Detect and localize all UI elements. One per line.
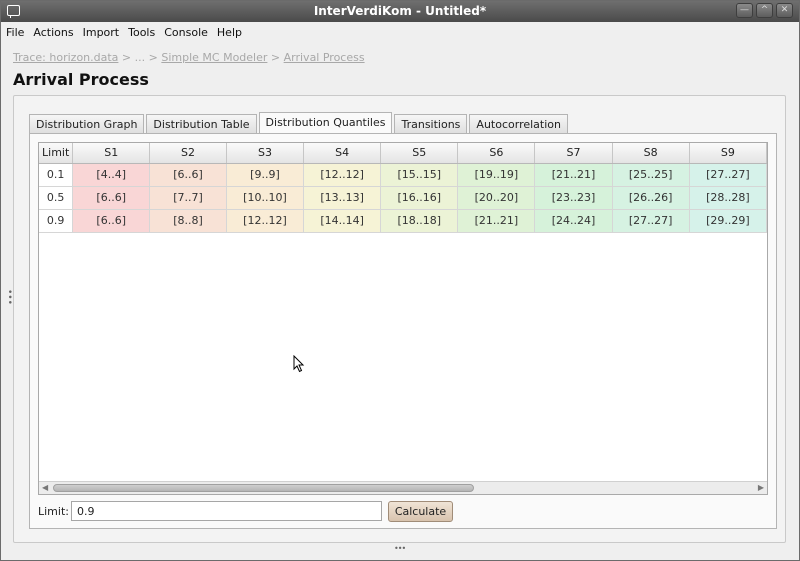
minimize-icon[interactable]: — — [736, 3, 753, 18]
page-title: Arrival Process — [13, 70, 149, 89]
breadcrumb: Trace: horizon.data > ... > Simple MC Mo… — [13, 51, 365, 64]
table-cell[interactable]: [25..25] — [612, 163, 690, 187]
column-header[interactable]: Limit — [39, 143, 74, 164]
table-cell[interactable]: [12..12] — [303, 163, 382, 187]
calculate-button[interactable]: Calculate — [388, 501, 453, 522]
table-cell[interactable]: [23..23] — [534, 186, 613, 210]
menu-bar: File Actions Import Tools Console Help — [1, 22, 799, 42]
table-cell[interactable]: [21..21] — [534, 163, 613, 187]
table-cell[interactable]: [24..24] — [534, 209, 613, 233]
menu-import[interactable]: Import — [83, 26, 120, 39]
breadcrumb-separator: > — [270, 51, 281, 64]
table-cell[interactable]: [28..28] — [689, 186, 767, 210]
maximize-icon[interactable]: ^ — [756, 3, 773, 18]
title-bar[interactable]: InterVerdiKom - Untitled* — ^ ✕ — [1, 1, 799, 22]
menu-actions[interactable]: Actions — [33, 26, 73, 39]
menu-console[interactable]: Console — [164, 26, 208, 39]
window-title: InterVerdiKom - Untitled* — [313, 4, 487, 18]
table-cell[interactable]: 0.5 — [39, 186, 74, 210]
quantiles-table: Limit S1 S2 S3 S4 S5 S6 S7 S8 S9 0.1 [4.… — [39, 143, 767, 233]
table-cell[interactable]: [8..8] — [149, 209, 227, 233]
table-row[interactable]: 0.5 [6..6] [7..7] [10..10] [13..13] [16.… — [39, 186, 767, 210]
column-header[interactable]: S9 — [689, 143, 767, 164]
tab-transitions[interactable]: Transitions — [394, 114, 468, 134]
breadcrumb-separator: > — [121, 51, 132, 64]
table-cell[interactable]: [6..6] — [72, 186, 151, 210]
menu-tools[interactable]: Tools — [128, 26, 155, 39]
table-cell[interactable]: 0.1 — [39, 163, 74, 187]
horizontal-scrollbar[interactable]: ◀ ▶ — [39, 481, 767, 494]
column-header[interactable]: S5 — [380, 143, 459, 164]
scroll-right-icon[interactable]: ▶ — [758, 483, 764, 492]
menu-help[interactable]: Help — [217, 26, 242, 39]
limit-input[interactable] — [71, 501, 382, 521]
quantiles-table-area: Limit S1 S2 S3 S4 S5 S6 S7 S8 S9 0.1 [4.… — [38, 142, 768, 495]
table-cell[interactable]: [10..10] — [226, 186, 305, 210]
column-header[interactable]: S6 — [457, 143, 536, 164]
column-header[interactable]: S4 — [303, 143, 382, 164]
table-cell[interactable]: [15..15] — [380, 163, 459, 187]
tab-distribution-quantiles[interactable]: Distribution Quantiles — [258, 112, 393, 135]
bottom-resize-handle[interactable]: ••• — [394, 544, 406, 553]
table-cell[interactable]: [12..12] — [226, 209, 305, 233]
table-cell[interactable]: [16..16] — [380, 186, 459, 210]
table-cell[interactable]: 0.9 — [39, 209, 74, 233]
column-header[interactable]: S2 — [149, 143, 227, 164]
table-cell[interactable]: [14..14] — [303, 209, 382, 233]
table-cell[interactable]: [7..7] — [149, 186, 227, 210]
breadcrumb-separator: > — [148, 51, 158, 64]
scrollbar-thumb[interactable] — [53, 484, 474, 492]
table-cell[interactable]: [21..21] — [457, 209, 536, 233]
table-cell[interactable]: [26..26] — [612, 186, 690, 210]
table-cell[interactable]: [18..18] — [380, 209, 459, 233]
mouse-cursor-icon — [293, 355, 305, 373]
menu-file[interactable]: File — [6, 26, 24, 39]
breadcrumb-current[interactable]: Arrival Process — [284, 51, 365, 64]
table-cell[interactable]: [4..4] — [72, 163, 151, 187]
table-cell[interactable]: [19..19] — [457, 163, 536, 187]
tab-autocorrelation[interactable]: Autocorrelation — [469, 114, 568, 134]
table-row[interactable]: 0.1 [4..4] [6..6] [9..9] [12..12] [15..1… — [39, 163, 767, 187]
breadcrumb-ellipsis[interactable]: ... — [135, 51, 146, 64]
limit-label: Limit: — [38, 505, 69, 518]
breadcrumb-modeler[interactable]: Simple MC Modeler — [161, 51, 267, 64]
table-cell[interactable]: [27..27] — [612, 209, 690, 233]
tab-bar: Distribution Graph Distribution Table Di… — [29, 112, 570, 135]
table-header-row: Limit S1 S2 S3 S4 S5 S6 S7 S8 S9 — [39, 143, 767, 164]
table-row[interactable]: 0.9 [6..6] [8..8] [12..12] [14..14] [18.… — [39, 209, 767, 233]
table-cell[interactable]: [27..27] — [689, 163, 767, 187]
breadcrumb-trace[interactable]: Trace: horizon.data — [13, 51, 118, 64]
scroll-left-icon[interactable]: ◀ — [42, 483, 48, 492]
close-icon[interactable]: ✕ — [776, 3, 793, 18]
column-header[interactable]: S3 — [226, 143, 305, 164]
table-cell[interactable]: [6..6] — [72, 209, 151, 233]
side-resize-handle[interactable]: ••• — [4, 289, 14, 305]
column-header[interactable]: S7 — [534, 143, 613, 164]
table-cell[interactable]: [9..9] — [226, 163, 305, 187]
table-cell[interactable]: [13..13] — [303, 186, 382, 210]
column-header[interactable]: S8 — [612, 143, 690, 164]
column-header[interactable]: S1 — [72, 143, 151, 164]
table-cell[interactable]: [20..20] — [457, 186, 536, 210]
app-window: InterVerdiKom - Untitled* — ^ ✕ File Act… — [0, 0, 800, 561]
tab-distribution-graph[interactable]: Distribution Graph — [29, 114, 145, 134]
table-cell[interactable]: [6..6] — [149, 163, 227, 187]
tab-distribution-table[interactable]: Distribution Table — [146, 114, 257, 134]
table-cell[interactable]: [29..29] — [689, 209, 767, 233]
